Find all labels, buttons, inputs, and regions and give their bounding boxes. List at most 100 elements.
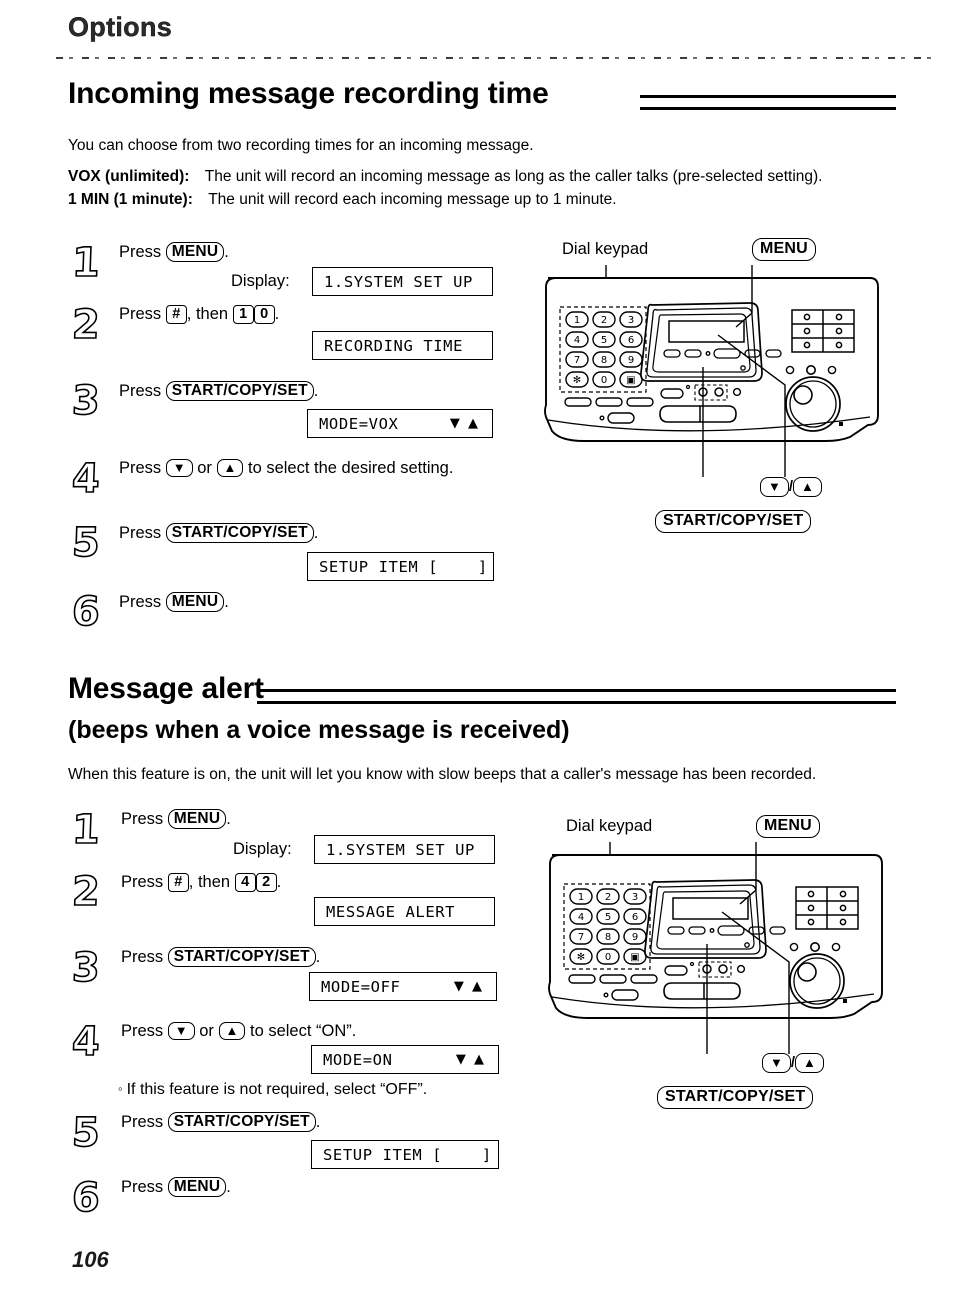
dial-keypad-label: Dial keypad [566, 817, 653, 835]
step-number: 4 [70, 455, 101, 503]
svg-text:9: 9 [632, 932, 638, 943]
step-instruction: Press MENU. [121, 809, 231, 829]
definition-vox-text: The unit will record an incoming message… [204, 168, 823, 185]
step-instruction: Press MENU. [121, 1177, 231, 1197]
section-rule-1 [640, 95, 896, 110]
svg-text:▣: ▣ [626, 375, 635, 386]
lcd-text: RECORDING TIME [324, 336, 464, 355]
bullet-icon: ◦ [118, 1081, 123, 1096]
key-arrow-up[interactable]: ▲ [216, 459, 244, 477]
period: . [224, 593, 229, 611]
section-1-intro: You can choose from two recording times … [68, 137, 534, 154]
then-label: , then [188, 873, 231, 891]
svg-text:8: 8 [601, 355, 607, 366]
section-subtitle-message-alert: (beeps when a voice message is received) [68, 716, 570, 744]
key-menu[interactable]: MENU [167, 809, 227, 829]
svg-text:4: 4 [574, 335, 580, 346]
display-label: Display: [231, 272, 290, 290]
key-menu[interactable]: MENU [165, 242, 225, 262]
definition-vox-term: VOX (unlimited): [68, 168, 190, 185]
lcd-display: MODE=VOX ▼ ▲ [307, 409, 493, 438]
step-number: 5 [70, 1109, 101, 1157]
period: . [224, 243, 229, 261]
key-start-copy-set[interactable]: START/COPY/SET [165, 381, 314, 401]
step-number: 3 [70, 944, 101, 992]
key-menu[interactable]: MENU [165, 592, 225, 612]
start-copy-set-callout-label: START/COPY/SET [655, 510, 812, 533]
key-start-copy-set[interactable]: START/COPY/SET [167, 1112, 316, 1132]
period: . [315, 948, 321, 966]
period: . [274, 305, 280, 323]
key-start-copy-set[interactable]: START/COPY/SET [167, 947, 316, 967]
key-digit-2[interactable]: 2 [255, 873, 277, 892]
key-menu[interactable]: MENU [167, 1177, 227, 1197]
section-title-incoming-message-recording-time: Incoming message recording time [68, 77, 549, 110]
section-2-intro: When this feature is on, the unit will l… [68, 766, 817, 783]
lcd-text: MESSAGE ALERT [326, 902, 456, 921]
key-digit-4[interactable]: 4 [234, 873, 256, 892]
period: . [276, 873, 282, 891]
svg-text:4: 4 [578, 912, 584, 923]
press-label: Press [121, 1113, 164, 1131]
step-instruction: Press START/COPY/SET. [119, 523, 318, 543]
svg-text:5: 5 [605, 912, 611, 923]
key-digit-0[interactable]: 0 [253, 305, 275, 324]
svg-text:2: 2 [601, 315, 607, 326]
menu-callout-label: MENU [756, 815, 820, 838]
svg-text:2: 2 [605, 892, 611, 903]
or-label: or [199, 1022, 214, 1040]
step-number: 3 [70, 377, 101, 425]
svg-text:6: 6 [628, 335, 634, 346]
key-hash[interactable]: # [165, 305, 187, 324]
step-number: 5 [70, 519, 101, 567]
key-arrow-down[interactable]: ▼ [167, 1022, 195, 1040]
key-start-copy-set[interactable]: START/COPY/SET [165, 523, 314, 543]
lcd-display: SETUP ITEM [ ] [311, 1140, 499, 1169]
step-number: 1 [70, 806, 101, 854]
lcd-text: MODE=ON [323, 1050, 393, 1069]
display-label: Display: [233, 840, 292, 858]
step-instruction: Press START/COPY/SET. [121, 947, 320, 967]
step-tail: to select the desired setting. [247, 459, 454, 477]
step-number: 6 [70, 1174, 101, 1222]
running-head-rule [56, 57, 936, 59]
definition-vox: VOX (unlimited): The unit will record an… [68, 167, 822, 186]
step-tail: to select “ON”. [249, 1022, 357, 1040]
period: . [313, 382, 319, 400]
press-label: Press [119, 382, 162, 400]
press-label: Press [121, 948, 164, 966]
running-head: Options [68, 12, 173, 42]
step-instruction: Press ▼ or ▲ to select “ON”. [121, 1021, 356, 1041]
svg-text:3: 3 [632, 892, 638, 903]
lcd-display: MODE=OFF ▼ ▲ [309, 972, 497, 1001]
press-label: Press [121, 810, 164, 828]
lcd-arrows: ▼ ▲ [453, 979, 484, 994]
key-hash[interactable]: # [167, 873, 189, 892]
period: . [226, 810, 231, 828]
step-instruction: Press MENU. [119, 242, 229, 262]
press-label: Press [121, 1022, 164, 1040]
svg-text:9: 9 [628, 355, 634, 366]
then-label: , then [186, 305, 229, 323]
start-copy-set-callout-label: START/COPY/SET [657, 1086, 814, 1109]
step-number: 4 [70, 1018, 101, 1066]
press-label: Press [119, 243, 162, 261]
definition-1min-text: The unit will record each incoming messa… [208, 191, 617, 208]
period: . [313, 524, 319, 542]
svg-text:6: 6 [632, 912, 638, 923]
lcd-display: MODE=ON ▼ ▲ [311, 1045, 499, 1074]
step-instruction: Press #, then 42. [121, 872, 281, 892]
svg-text:0: 0 [601, 375, 607, 386]
dial-keypad-label: Dial keypad [562, 240, 649, 258]
press-label: Press [119, 305, 162, 323]
section-rule-2 [257, 689, 896, 704]
key-arrow-up[interactable]: ▲ [218, 1022, 246, 1040]
step-instruction: Press MENU. [119, 592, 229, 612]
lcd-display: RECORDING TIME [312, 331, 493, 360]
svg-text:3: 3 [628, 315, 634, 326]
step-number: 2 [70, 301, 101, 349]
key-arrow-down[interactable]: ▼ [165, 459, 193, 477]
svg-text:7: 7 [574, 355, 580, 366]
key-digit-1[interactable]: 1 [232, 305, 254, 324]
step-instruction: Press START/COPY/SET. [119, 381, 318, 401]
